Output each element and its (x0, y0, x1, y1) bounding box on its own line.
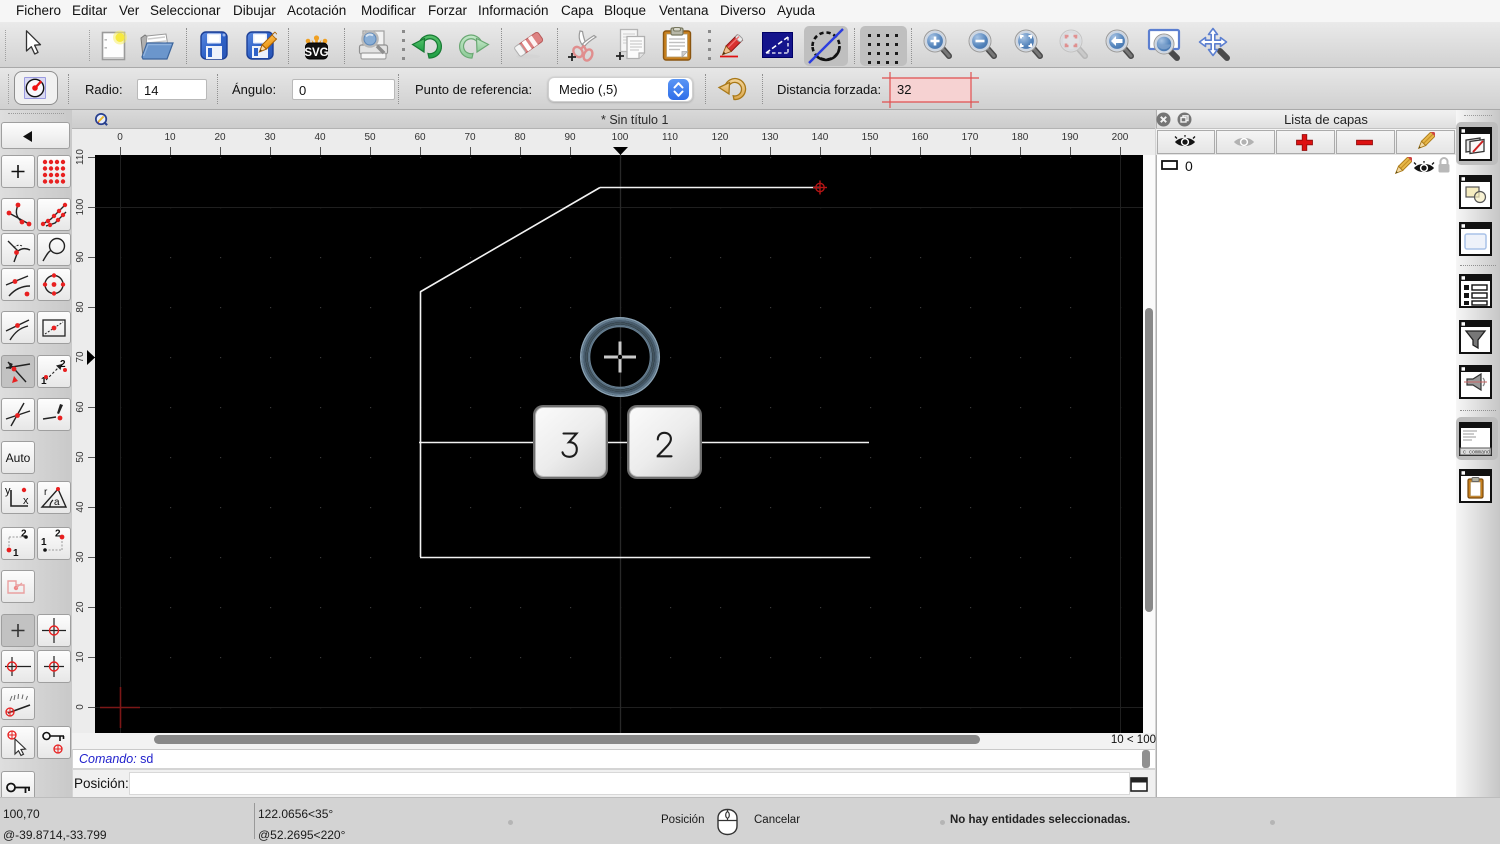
svg-text:y: y (5, 485, 11, 497)
svg-text:x: x (23, 495, 29, 507)
svg-text:1: 1 (41, 537, 47, 548)
svg-text:c command: c command (1463, 450, 1490, 456)
svg-text:SVG: SVG (304, 47, 328, 59)
svg-text:1: 1 (13, 548, 19, 559)
svg-text:2: 2 (21, 529, 27, 540)
svg-text:2: 2 (55, 529, 61, 540)
svg-text:r: r (44, 487, 48, 498)
svg-text:a: a (54, 497, 60, 508)
